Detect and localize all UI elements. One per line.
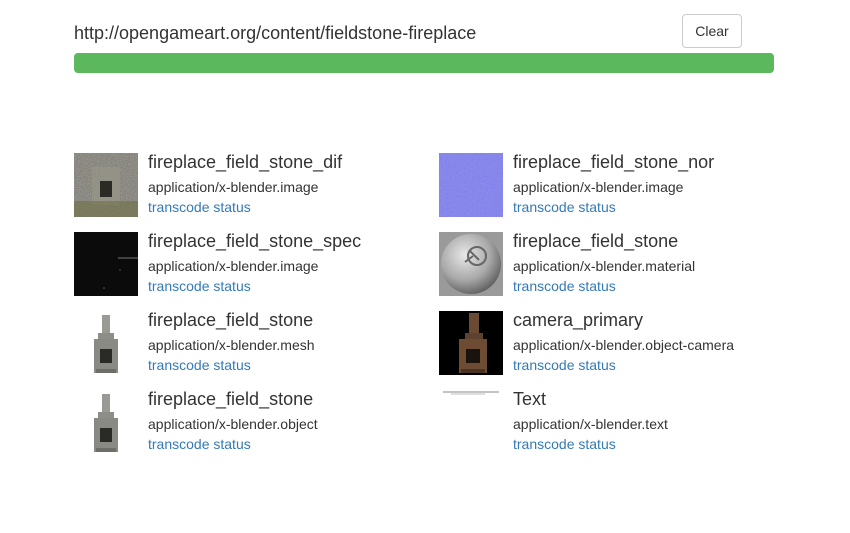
asset-title: Text xyxy=(513,389,547,409)
transcode-status-link[interactable]: transcode status xyxy=(513,357,734,373)
asset-title: fireplace_field_stone xyxy=(148,310,314,330)
transcode-status-link[interactable]: transcode status xyxy=(148,278,361,294)
asset-item: fireplace_field_stone application/x-blen… xyxy=(439,232,774,311)
asset-item: fireplace_field_stone application/x-blen… xyxy=(74,390,439,469)
asset-item: fireplace_field_stone_spec application/x… xyxy=(74,232,439,311)
fireplace-mesh-thumbnail[interactable] xyxy=(74,311,138,375)
progress-bar xyxy=(74,53,774,73)
asset-type: application/x-blender.object-camera xyxy=(513,337,735,353)
asset-type: application/x-blender.text xyxy=(513,416,668,432)
fireplace-object-thumbnail[interactable] xyxy=(74,390,138,454)
progress-bar-fill xyxy=(74,53,774,73)
transcode-status-link[interactable]: transcode status xyxy=(148,357,315,373)
transcode-status-link[interactable]: transcode status xyxy=(513,278,695,294)
transcode-status-link[interactable]: transcode status xyxy=(148,199,342,215)
material-sphere-thumbnail[interactable] xyxy=(439,232,503,296)
asset-title: fireplace_field_stone xyxy=(513,231,679,251)
text-thumbnail[interactable] xyxy=(439,390,503,454)
asset-title: fireplace_field_stone_dif xyxy=(148,152,343,172)
asset-type: application/x-blender.material xyxy=(513,258,696,274)
specular-map-thumbnail[interactable] xyxy=(74,232,138,296)
asset-type: application/x-blender.image xyxy=(148,258,319,274)
asset-item: fireplace_field_stone application/x-blen… xyxy=(74,311,439,390)
stone-texture-thumbnail[interactable] xyxy=(74,153,138,217)
asset-item: camera_primary application/x-blender.obj… xyxy=(439,311,774,390)
transcode-status-link[interactable]: transcode status xyxy=(513,199,714,215)
normal-map-thumbnail[interactable] xyxy=(439,153,503,217)
asset-grid: fireplace_field_stone_dif application/x-… xyxy=(74,153,774,469)
asset-title: fireplace_field_stone_nor xyxy=(513,152,715,172)
url-label: http://opengameart.org/content/fieldston… xyxy=(74,23,477,43)
asset-title: fireplace_field_stone_spec xyxy=(148,231,362,251)
clear-button[interactable]: Clear xyxy=(682,14,742,48)
transcode-status-link[interactable]: transcode status xyxy=(513,436,668,452)
asset-title: camera_primary xyxy=(513,310,644,330)
asset-type: application/x-blender.mesh xyxy=(148,337,315,353)
camera-render-thumbnail[interactable] xyxy=(439,311,503,375)
asset-item: fireplace_field_stone_nor application/x-… xyxy=(439,153,774,232)
asset-title: fireplace_field_stone xyxy=(148,389,314,409)
asset-item: fireplace_field_stone_dif application/x-… xyxy=(74,153,439,232)
asset-type: application/x-blender.image xyxy=(513,179,684,195)
asset-type: application/x-blender.image xyxy=(148,179,319,195)
transcode-status-link[interactable]: transcode status xyxy=(148,436,318,452)
asset-item: Text application/x-blender.text transcod… xyxy=(439,390,774,469)
asset-type: application/x-blender.object xyxy=(148,416,318,432)
